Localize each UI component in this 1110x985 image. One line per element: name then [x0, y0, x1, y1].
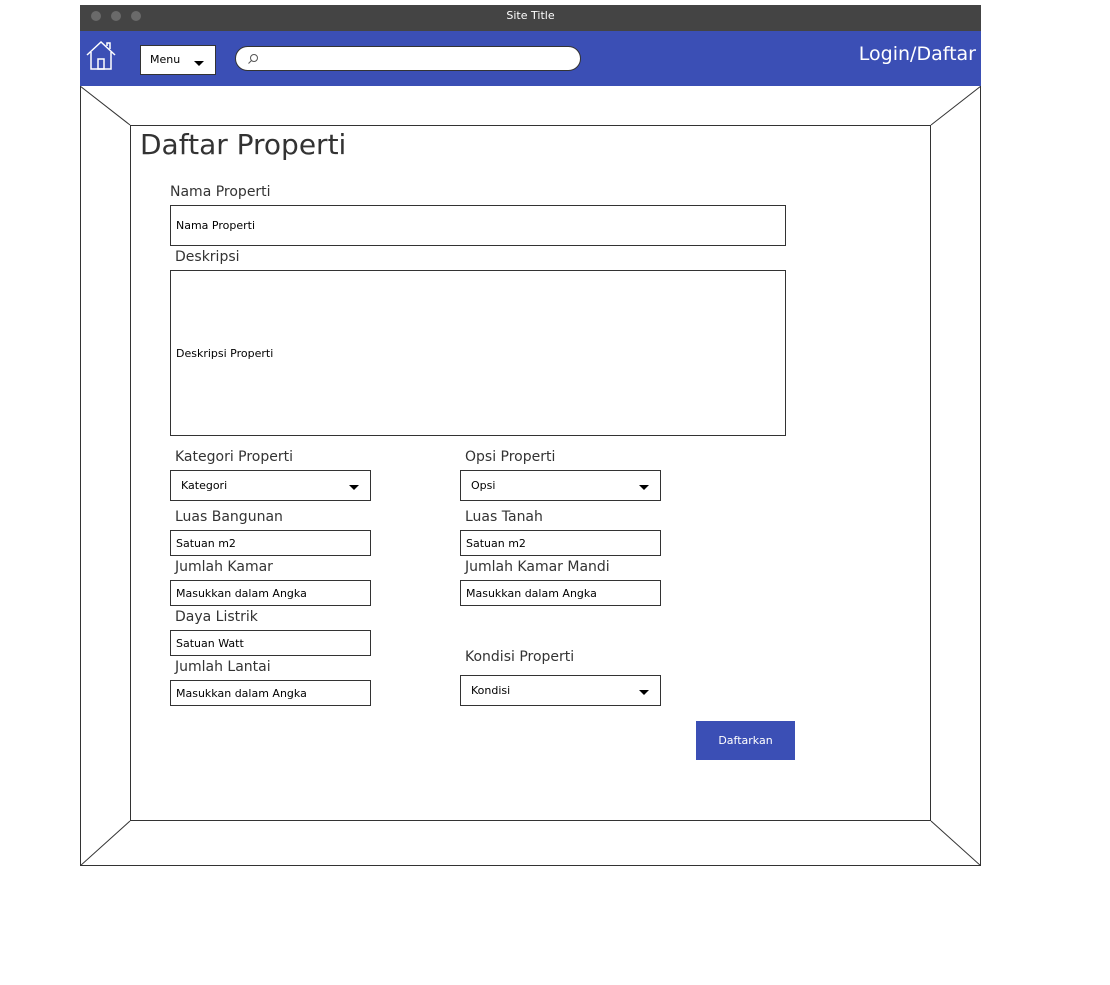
window-title: Site Title: [506, 9, 555, 22]
home-icon[interactable]: [85, 39, 117, 71]
jumlah-lantai-input[interactable]: Masukkan dalam Angka: [170, 680, 371, 706]
kategori-value: Kategori: [181, 479, 228, 492]
jumlah-kamar-label: Jumlah Kamar: [175, 559, 273, 575]
kondisi-label: Kondisi Properti: [465, 649, 575, 665]
jumlah-lantai-label: Jumlah Lantai: [175, 659, 271, 675]
nama-properti-label: Nama Properti: [170, 184, 271, 200]
opsi-label: Opsi Properti: [465, 449, 556, 465]
chevron-down-icon: [349, 485, 359, 490]
luas-tanah-label: Luas Tanah: [465, 509, 543, 525]
luas-tanah-input[interactable]: Satuan m2: [460, 530, 661, 556]
opsi-value: Opsi: [471, 479, 496, 492]
opsi-select[interactable]: Opsi: [460, 470, 661, 501]
luas-tanah-placeholder: Satuan m2: [466, 536, 526, 550]
menu-dropdown[interactable]: Menu: [140, 45, 216, 75]
page-title: Daftar Properti: [140, 128, 347, 161]
kategori-label: Kategori Properti: [175, 449, 294, 465]
nama-properti-placeholder: Nama Properti: [176, 219, 256, 232]
chevron-down-icon: [639, 690, 649, 695]
search-input[interactable]: [235, 46, 581, 71]
jumlah-kamar-mandi-placeholder: Masukkan dalam Angka: [466, 586, 597, 600]
login-register-link[interactable]: Login/Daftar: [846, 43, 976, 65]
menu-label: Menu: [150, 53, 181, 66]
deskripsi-placeholder: Deskripsi Properti: [176, 346, 274, 360]
deskripsi-textarea[interactable]: Deskripsi Properti: [170, 270, 786, 436]
luas-bangunan-input[interactable]: Satuan m2: [170, 530, 371, 556]
daftarkan-button[interactable]: Daftarkan: [696, 721, 795, 760]
kondisi-select[interactable]: Kondisi: [460, 675, 661, 706]
window-titlebar: Site Title: [80, 5, 981, 31]
kategori-select[interactable]: Kategori: [170, 470, 371, 501]
daya-listrik-placeholder: Satuan Watt: [176, 636, 244, 650]
luas-bangunan-placeholder: Satuan m2: [176, 536, 236, 550]
jumlah-kamar-mandi-label: Jumlah Kamar Mandi: [465, 559, 610, 575]
nama-properti-input[interactable]: Nama Properti: [170, 205, 786, 246]
daya-listrik-label: Daya Listrik: [175, 609, 258, 625]
jumlah-kamar-mandi-input[interactable]: Masukkan dalam Angka: [460, 580, 661, 606]
jumlah-lantai-placeholder: Masukkan dalam Angka: [176, 686, 307, 700]
deskripsi-label: Deskripsi: [175, 249, 240, 265]
luas-bangunan-label: Luas Bangunan: [175, 509, 283, 525]
chevron-down-icon: [194, 61, 204, 66]
chevron-down-icon: [639, 485, 649, 490]
jumlah-kamar-placeholder: Masukkan dalam Angka: [176, 586, 307, 600]
jumlah-kamar-input[interactable]: Masukkan dalam Angka: [170, 580, 371, 606]
kondisi-value: Kondisi: [471, 684, 511, 697]
daya-listrik-input[interactable]: Satuan Watt: [170, 630, 371, 656]
search-icon: [248, 54, 258, 64]
